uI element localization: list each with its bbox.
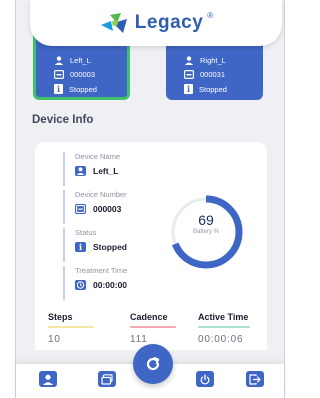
device-number-icon <box>75 204 86 214</box>
active-time-stat: Active Time 00:00:06 <box>198 312 250 345</box>
device-card-number: 000003 <box>70 70 96 79</box>
cards-icon <box>101 373 113 385</box>
device-number-icon <box>54 70 64 79</box>
cadence-underline <box>130 326 176 328</box>
device-name-value: Left_L <box>93 166 119 176</box>
status-field: Status i Stopped <box>63 228 127 262</box>
steps-underline <box>48 326 94 328</box>
device-number-label: Device Number <box>75 190 127 199</box>
device-card-status: Stopped <box>69 84 97 94</box>
app-header: Legacy ® <box>30 0 282 46</box>
active-time-underline <box>198 326 250 328</box>
treatment-time-label: Treatment Time <box>75 266 128 275</box>
treatment-time-field: Treatment Time 00:00:00 <box>63 266 127 300</box>
refresh-icon <box>146 357 160 371</box>
device-card-status-row: i Stopped <box>184 84 227 94</box>
nav-devices-button[interactable] <box>39 371 57 387</box>
active-time-value: 00:00:06 <box>198 334 244 345</box>
person-icon <box>184 56 194 65</box>
device-number-icon <box>184 70 194 79</box>
device-card-number-row: 000031 <box>184 70 225 79</box>
steps-label: Steps <box>48 312 73 322</box>
device-name-field: Device Name Left_L <box>63 152 120 186</box>
nav-cards-button[interactable] <box>98 371 116 387</box>
logout-icon <box>249 373 261 385</box>
device-card-name: Left_L <box>70 56 91 65</box>
section-title: Device Info <box>32 114 94 126</box>
device-card-number: 000031 <box>200 70 226 79</box>
device-card-name-row: Right_L <box>184 56 226 65</box>
brand-name: Legacy <box>134 12 204 33</box>
info-icon: i <box>75 242 86 252</box>
clock-icon <box>75 280 86 290</box>
device-card-name-row: Left_L <box>54 56 91 65</box>
power-icon <box>200 373 210 384</box>
treatment-time-row: 00:00:00 <box>75 280 127 290</box>
info-icon: i <box>184 84 193 94</box>
registered-mark: ® <box>207 10 214 20</box>
device-number-value: 000003 <box>93 204 122 214</box>
steps-stat: Steps 10 <box>48 312 94 345</box>
cadence-stat: Cadence 111 <box>130 312 176 345</box>
treatment-time-value: 00:00:00 <box>93 280 128 290</box>
nav-power-button[interactable] <box>196 371 214 387</box>
status-value: Stopped <box>93 242 127 252</box>
device-name-row: Left_L <box>75 166 120 176</box>
device-card-status: Stopped <box>199 84 227 94</box>
device-card-status-row: i Stopped <box>54 84 97 94</box>
stats-row: Steps 10 Cadence 111 Active Time 00:00:0… <box>48 312 258 346</box>
refresh-button[interactable] <box>133 344 173 384</box>
nav-logout-button[interactable] <box>246 371 264 387</box>
status-label: Status <box>75 228 97 237</box>
info-icon: i <box>54 84 63 94</box>
person-icon <box>43 374 53 385</box>
device-card-number-row: 000003 <box>54 70 95 79</box>
steps-value: 10 <box>48 334 61 345</box>
device-name-label: Device Name <box>75 152 121 161</box>
active-time-label: Active Time <box>198 312 249 322</box>
battery-label: Battery % <box>192 229 219 235</box>
device-card-name: Right_L <box>200 56 226 65</box>
person-icon <box>75 166 86 176</box>
cadence-label: Cadence <box>130 312 168 322</box>
status-row: i Stopped <box>75 242 127 252</box>
device-number-field: Device Number 000003 <box>63 190 127 224</box>
person-icon <box>54 56 64 65</box>
battery-value: 69 <box>198 212 214 228</box>
device-number-row: 000003 <box>75 204 127 214</box>
legacy-logo-icon <box>100 13 127 33</box>
